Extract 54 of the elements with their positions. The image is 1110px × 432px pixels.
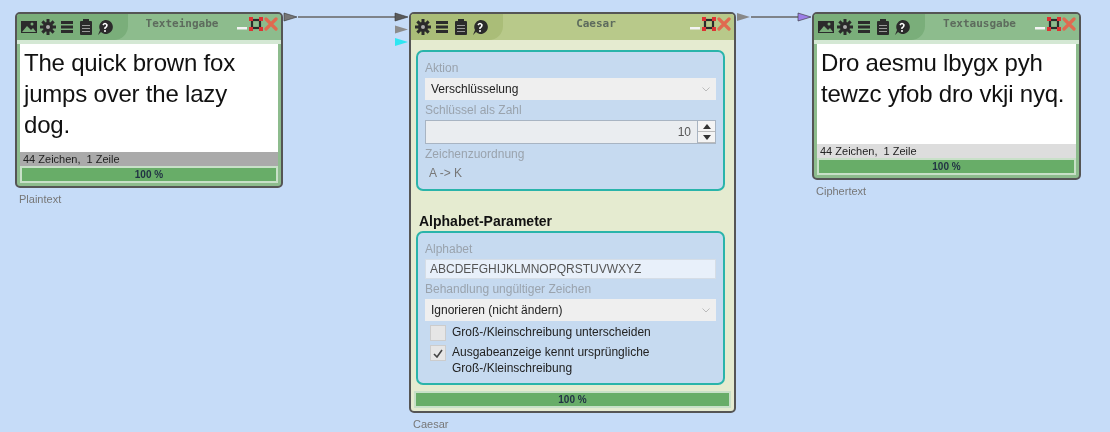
help-icon[interactable] <box>96 18 114 36</box>
status-text: 44 Zeichen, 1 Zeile <box>20 152 278 166</box>
checkbox[interactable] <box>430 345 446 361</box>
mapping-text: A -> K <box>428 165 464 182</box>
picture-icon[interactable] <box>817 18 835 36</box>
gear-icon[interactable] <box>39 18 57 36</box>
text-output-area: Dro aesmu lbygx pyh tewzc yfob dro vkji nyq. <box>817 44 1076 144</box>
chevron-down-icon <box>702 86 710 92</box>
field-label: Aktion <box>425 61 460 75</box>
list-icon[interactable] <box>855 18 873 36</box>
window-title: Textausgabe <box>942 17 1017 30</box>
progress-label: 100 % <box>557 393 588 406</box>
field-label: Alphabet <box>425 242 474 256</box>
dropdown[interactable]: Verschlüsselung <box>425 78 716 100</box>
input-port-icon[interactable] <box>395 25 408 34</box>
dropdown-value: Ignorieren (nicht ändern) <box>431 303 563 317</box>
text-input-area[interactable]: The quick brown fox jumps over the lazy dog. <box>20 44 278 152</box>
maximize-icon[interactable] <box>249 17 263 31</box>
text-field[interactable]: ABCDEFGHIJKLMNOPQRSTUVWXYZ <box>425 259 716 279</box>
field-label: Schlüssel als Zahl <box>425 103 523 117</box>
maximize-icon[interactable] <box>1047 17 1061 31</box>
window-title: Texteingabe <box>144 17 220 30</box>
gear-icon[interactable] <box>836 18 854 36</box>
field-label: Zeichenzuordnung <box>425 147 526 161</box>
help-icon[interactable] <box>471 18 489 36</box>
input-port-icon[interactable] <box>395 38 408 46</box>
gear-icon[interactable] <box>414 18 432 36</box>
dropdown-value: Verschlüsselung <box>431 82 519 96</box>
clipboard-icon[interactable] <box>874 18 892 36</box>
dropdown[interactable]: Ignorieren (nicht ändern) <box>425 299 716 321</box>
checkmark-icon <box>433 348 443 358</box>
output-port-icon[interactable] <box>737 13 750 21</box>
picture-icon[interactable] <box>20 18 38 36</box>
clipboard-icon[interactable] <box>452 18 470 36</box>
output-port-icon[interactable] <box>283 12 298 22</box>
component-caption: Ciphertext <box>815 184 868 197</box>
checkbox-label: Ausgabeanzeige kennt ursprüngliche Groß-/Kleinschreibung <box>452 344 651 376</box>
section-heading: Alphabet-Parameter <box>419 213 554 229</box>
window-title: Caesar <box>575 17 617 30</box>
chevron-down-icon <box>702 307 710 313</box>
component-caption: Plaintext <box>18 192 63 205</box>
list-icon[interactable] <box>433 18 451 36</box>
help-icon[interactable] <box>893 18 911 36</box>
maximize-icon[interactable] <box>702 17 716 31</box>
component-caption: Caesar <box>412 417 450 430</box>
list-icon[interactable] <box>58 18 76 36</box>
field-label: Behandlung ungültiger Zeichen <box>425 282 593 296</box>
connection-arrow <box>750 12 812 22</box>
progress-label: 100 % <box>931 160 962 173</box>
progress-label: 100 % <box>133 168 165 181</box>
clipboard-icon[interactable] <box>77 18 95 36</box>
status-text: 44 Zeichen, 1 Zeile <box>817 144 1076 158</box>
checkbox-label: Groß-/Kleinschreibung unterscheiden <box>452 324 651 340</box>
checkbox[interactable] <box>430 325 446 341</box>
